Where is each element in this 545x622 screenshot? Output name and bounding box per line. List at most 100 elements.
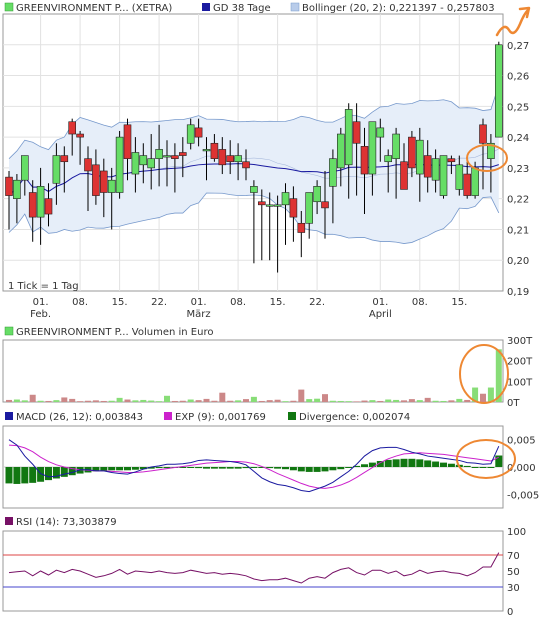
divergence-bar [131, 467, 139, 470]
volume-bar [440, 400, 447, 402]
volume-bar [211, 400, 218, 402]
candle-down [463, 173, 472, 196]
candle-up [36, 186, 45, 218]
candle-down [218, 149, 227, 166]
volume-bar [314, 398, 321, 402]
volume-bar [361, 400, 368, 402]
candle-down [194, 127, 203, 138]
candle-up [494, 44, 503, 138]
x-tick-month-label: April [369, 309, 392, 320]
candle-down [60, 155, 69, 163]
price-y-tick-label: 0,20 [507, 256, 529, 267]
price-y-tick-label: 0,26 [507, 72, 529, 83]
x-tick-label: 08. [412, 297, 428, 308]
volume-bar [53, 400, 60, 402]
divergence-bar [345, 467, 353, 468]
ma-legend-swatch [202, 3, 210, 11]
volume-bar [124, 399, 131, 402]
divergence-bar [218, 467, 226, 469]
volume-bar [61, 397, 68, 402]
candle-down [179, 152, 187, 156]
candle-up [107, 179, 116, 193]
divergence-bar [282, 467, 289, 470]
candle-up [250, 186, 258, 193]
candle-up [305, 192, 314, 224]
divergence-bar [155, 467, 163, 469]
volume-bar [171, 400, 178, 402]
volume-bar [164, 395, 170, 402]
volume-bar [274, 399, 281, 402]
x-tick-month-label: Feb. [30, 309, 51, 320]
divergence-bar [313, 467, 321, 472]
x-tick-label: 01. [372, 297, 388, 308]
price-legend-swatch [4, 2, 14, 12]
candle-up [155, 149, 163, 159]
divergence-bar [479, 467, 487, 468]
divergence-bar [289, 467, 297, 471]
divergence-bar [408, 458, 416, 467]
volume-bar [13, 399, 20, 402]
price-x-axis: 01.Feb.08. 15. 22. 01.März08. 15. 22. 01.April… [30, 297, 467, 320]
macd-legend-label: MACD (26, 12): 0,003843 [16, 412, 143, 423]
volume-y-tick-label: 200T [507, 357, 533, 368]
candle-up [455, 164, 464, 190]
divergence-bar [108, 467, 116, 471]
price-y-tick-label: 0,19 [507, 287, 529, 298]
candle-down [84, 158, 92, 172]
volume-bar [408, 399, 415, 402]
volume-bar [480, 393, 486, 402]
volume-legend-swatch [4, 326, 14, 336]
candle-up [281, 192, 290, 206]
candle-down [408, 136, 416, 169]
volume-bar [464, 399, 471, 402]
x-tick-label: 08. [72, 297, 88, 308]
candle-up [234, 155, 242, 163]
candle-up [52, 155, 61, 184]
ma-legend-label: GD 38 Tage [213, 3, 271, 14]
divergence-bar [250, 467, 258, 468]
exp-legend-label: EXP (9): 0,001769 [175, 412, 266, 423]
macd-legend-swatch [5, 412, 13, 420]
volume-bar [369, 400, 376, 402]
volume-bar [250, 396, 257, 402]
volume-bar [227, 400, 234, 402]
price-legend-label: GREENVIRONMENT P... (XETRA) [16, 3, 172, 14]
volume-bar [306, 399, 313, 402]
volume-bar [156, 401, 163, 402]
x-tick-label: 01. [33, 297, 49, 308]
rsi-y-tick-label: 30 [507, 583, 520, 594]
candle-up [431, 158, 440, 181]
x-tick-label: 15. [270, 297, 286, 308]
volume-bar [29, 394, 36, 402]
volume-y-tick-label: 100T [507, 377, 533, 388]
candle-down [28, 192, 37, 218]
volume-bar [69, 398, 76, 402]
candle-down [257, 201, 266, 206]
candle-down [171, 155, 179, 159]
divergence-bar [13, 467, 21, 484]
divergence-bar [5, 467, 13, 484]
divergence-bar [21, 467, 29, 484]
candle-down [423, 155, 432, 178]
divergence-bar [203, 467, 210, 469]
volume-bar [258, 400, 265, 402]
volume-bar [456, 398, 463, 402]
rsi-legend-label: RSI (14): 73,303879 [16, 517, 117, 528]
volume-bar [100, 400, 107, 402]
volume-bar [329, 400, 336, 402]
divergence-bar [116, 467, 124, 471]
x-tick-label: 22. [151, 297, 167, 308]
rsi-y-tick-label: 0 [507, 607, 513, 618]
candle-up [415, 139, 424, 175]
candle-up [384, 155, 393, 163]
candle-up [273, 204, 282, 207]
candle-down [44, 198, 53, 215]
volume-bar [45, 400, 52, 402]
volume-bar [243, 399, 249, 402]
volume-bar [85, 400, 91, 402]
divergence-bar [447, 463, 455, 467]
volume-bar [298, 389, 305, 402]
x-tick-label: 01. [191, 297, 207, 308]
divergence-bar [384, 459, 392, 467]
volume-bar [203, 398, 210, 402]
